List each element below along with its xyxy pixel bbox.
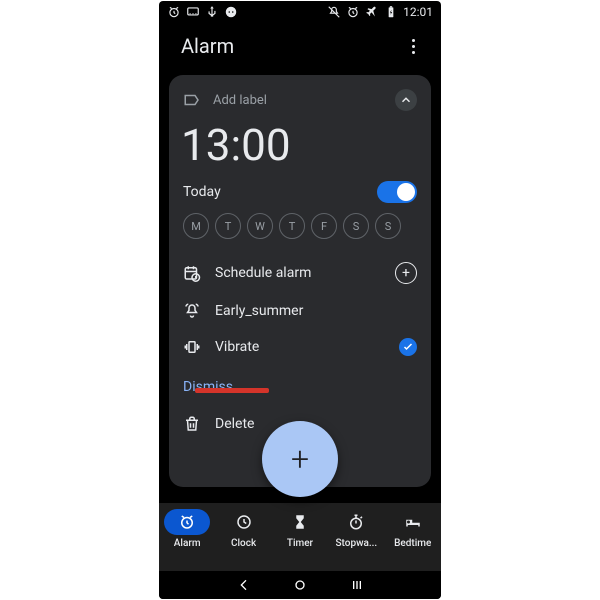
- day-tue[interactable]: T: [215, 213, 241, 239]
- sys-recents-button[interactable]: [345, 573, 369, 597]
- phone-frame: 12:01 Alarm Add label 13:00 Today M: [159, 1, 441, 599]
- annotation-underline: [195, 388, 269, 393]
- day-thu[interactable]: T: [279, 213, 305, 239]
- trash-icon: [183, 415, 201, 433]
- weekday-picker: M T W T F S S: [183, 213, 417, 239]
- hourglass-icon: [291, 513, 309, 531]
- system-nav: [159, 571, 441, 599]
- add-label-text: Add label: [213, 93, 267, 108]
- cast-status-icon: [186, 5, 200, 19]
- nav-bedtime[interactable]: Bedtime: [386, 509, 440, 549]
- nav-clock[interactable]: Clock: [217, 509, 271, 549]
- app-bar: Alarm: [159, 23, 441, 69]
- clock-icon: [235, 513, 253, 531]
- battery-status-icon: [384, 5, 398, 19]
- calendar-clock-icon: [183, 264, 201, 282]
- stopwatch-icon: [347, 513, 365, 531]
- collapse-button[interactable]: [395, 89, 417, 111]
- bell-ring-icon: [183, 302, 201, 320]
- schedule-alarm-label: Schedule alarm: [215, 265, 311, 281]
- label-icon: [183, 91, 201, 109]
- alarm-icon: [178, 513, 196, 531]
- day-sun[interactable]: S: [375, 213, 401, 239]
- page-title: Alarm: [181, 34, 234, 58]
- bottom-nav: Alarm Clock Timer Stopwa... Bedtime: [159, 503, 441, 571]
- usb-status-icon: [205, 5, 219, 19]
- add-label-button[interactable]: Add label: [183, 91, 267, 109]
- alarm-time[interactable]: 13:00: [181, 119, 417, 171]
- nav-stopwatch-label: Stopwa...: [336, 538, 378, 549]
- add-alarm-fab[interactable]: +: [262, 421, 338, 497]
- alarm-set-icon: [346, 5, 360, 19]
- nav-alarm-label: Alarm: [174, 538, 201, 549]
- plus-icon: +: [291, 440, 309, 478]
- day-wed[interactable]: W: [247, 213, 273, 239]
- nav-clock-label: Clock: [231, 538, 256, 549]
- vibrate-icon: [183, 338, 201, 356]
- nav-bedtime-label: Bedtime: [394, 538, 431, 549]
- overflow-menu-button[interactable]: [404, 31, 423, 62]
- status-time: 12:01: [403, 5, 433, 19]
- nav-timer[interactable]: Timer: [273, 509, 327, 549]
- delete-label: Delete: [215, 416, 254, 432]
- day-fri[interactable]: F: [311, 213, 337, 239]
- sys-home-button[interactable]: [288, 573, 312, 597]
- vibrate-label: Vibrate: [215, 339, 259, 355]
- nav-alarm[interactable]: Alarm: [160, 509, 214, 549]
- day-mon[interactable]: M: [183, 213, 209, 239]
- alarm-enable-toggle[interactable]: [377, 181, 417, 203]
- alarm-sound-row[interactable]: Early_summer: [183, 293, 417, 329]
- nav-stopwatch[interactable]: Stopwa...: [329, 509, 383, 549]
- chat-status-icon: [224, 5, 238, 19]
- alarm-sound-label: Early_summer: [215, 303, 303, 319]
- sys-back-button[interactable]: [232, 573, 256, 597]
- nav-timer-label: Timer: [287, 538, 313, 549]
- status-bar: 12:01: [159, 1, 441, 23]
- vibrate-row[interactable]: Vibrate: [183, 329, 417, 365]
- add-schedule-button[interactable]: +: [395, 262, 417, 284]
- airplane-mode-icon: [365, 5, 379, 19]
- mute-status-icon: [327, 5, 341, 19]
- schedule-alarm-row[interactable]: Schedule alarm +: [183, 253, 417, 293]
- bed-icon: [404, 513, 422, 531]
- day-sat[interactable]: S: [343, 213, 369, 239]
- vibrate-checked-icon: [399, 338, 417, 356]
- alarm-day-summary: Today: [183, 184, 221, 200]
- alarm-status-icon: [167, 5, 181, 19]
